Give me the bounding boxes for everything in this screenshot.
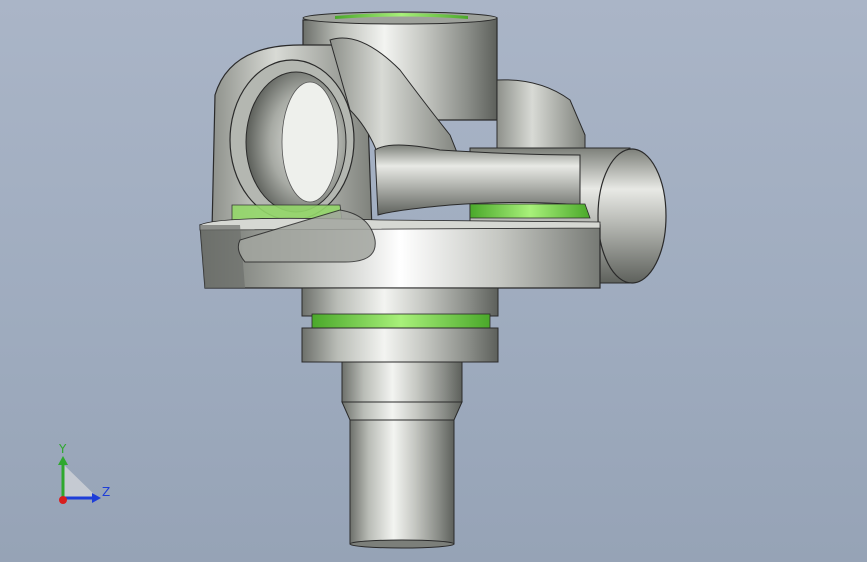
x-axis-icon [59,496,67,504]
stem-taper [341,401,463,421]
seal-pocket-right [469,203,591,219]
neck-seal [311,313,491,329]
lower-collar [301,327,499,363]
side-pipe-end [597,148,667,284]
3d-viewport[interactable]: Y Z [0,0,867,562]
neck [301,287,499,317]
z-axis-label: Z [102,485,111,499]
stem-upper [341,361,463,403]
part-model[interactable] [0,0,867,562]
z-arrow-icon [92,493,101,503]
triad-plane [63,464,98,498]
y-arrow-icon [58,456,68,465]
stem-lower [349,419,455,545]
y-axis-label: Y [59,442,67,456]
left-bore-deep [281,81,339,203]
stem-end [349,539,455,549]
flange-left-shade [200,225,245,288]
